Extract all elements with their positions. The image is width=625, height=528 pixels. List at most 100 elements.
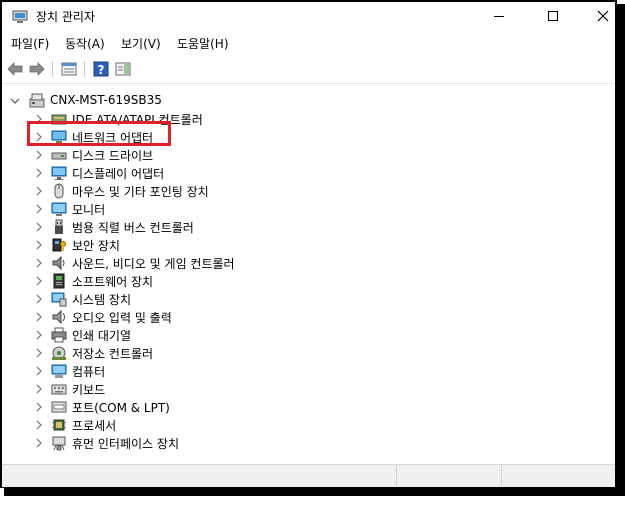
tree-item-label: 저장소 컨트롤러 — [72, 347, 154, 361]
hid-icon — [51, 435, 67, 451]
status-bar — [2, 464, 615, 487]
menu-file[interactable]: 파일(F) — [11, 35, 49, 52]
tree-item[interactable]: IDE ATA/ATAPI 컨트롤러 — [5, 110, 605, 128]
chevron-right-icon[interactable] — [33, 383, 45, 395]
chevron-right-icon[interactable] — [33, 257, 45, 269]
tree-item[interactable]: 저장소 컨트롤러 — [5, 344, 605, 362]
device-tree: CNX-MST-619SB35 IDE ATA/ATAPI 컨트롤러네트워크 어… — [5, 88, 614, 464]
device-manager-app-icon — [12, 9, 28, 23]
tree-root-label: CNX-MST-619SB35 — [50, 93, 162, 107]
computer-icon — [29, 93, 45, 109]
tree-item-label: 범용 직렬 버스 컨트롤러 — [72, 221, 194, 235]
back-arrow-icon — [7, 62, 23, 76]
tree-item[interactable]: 보안 장치 — [5, 236, 605, 254]
tree-item[interactable]: 컴퓨터 — [5, 362, 605, 380]
chevron-right-icon[interactable] — [33, 347, 45, 359]
menu-action[interactable]: 동작(A) — [65, 35, 105, 52]
window-title: 장치 관리자 — [36, 10, 96, 24]
tree-item[interactable]: 디스플레이 어댑터 — [5, 164, 605, 182]
chevron-right-icon[interactable] — [33, 329, 45, 341]
tree-root[interactable]: CNX-MST-619SB35 — [5, 92, 605, 110]
tree-item[interactable]: 시스템 장치 — [5, 290, 605, 308]
security-device-icon — [51, 237, 67, 253]
tree-item-label: 시스템 장치 — [72, 293, 132, 307]
chevron-right-icon[interactable] — [33, 167, 45, 179]
network-adapter-icon — [51, 129, 67, 145]
help-button[interactable]: ? — [92, 60, 110, 78]
disk-drive-icon — [51, 147, 67, 163]
display-adapter-icon — [51, 165, 67, 181]
keyboard-icon — [51, 381, 67, 397]
tree-item-label: 보안 장치 — [72, 239, 120, 253]
chevron-right-icon[interactable] — [33, 437, 45, 449]
tree-item-label: IDE ATA/ATAPI 컨트롤러 — [72, 113, 203, 127]
forward-arrow-icon — [29, 62, 45, 76]
status-divider — [396, 465, 397, 487]
chevron-right-icon[interactable] — [33, 275, 45, 287]
tree-item-label: 소프트웨어 장치 — [72, 275, 154, 289]
chevron-right-icon[interactable] — [33, 131, 45, 143]
maximize-button[interactable] — [530, 2, 576, 30]
tree-item-label: 키보드 — [72, 383, 106, 397]
chevron-right-icon[interactable] — [33, 401, 45, 413]
window-shadow — [617, 4, 625, 494]
title-bar[interactable]: 장치 관리자 — [2, 2, 615, 30]
properties-button[interactable] — [60, 60, 78, 78]
chevron-right-icon[interactable] — [33, 221, 45, 233]
mouse-icon — [51, 183, 67, 199]
port-icon — [51, 399, 67, 415]
properties-icon — [61, 62, 77, 76]
usb-icon — [51, 219, 67, 235]
tree-item[interactable]: 네트워크 어댑터 — [5, 128, 605, 146]
tree-item-label: 모니터 — [72, 203, 106, 217]
back-button[interactable] — [6, 60, 24, 78]
tree-item[interactable]: 프로세서 — [5, 416, 605, 434]
chevron-right-icon[interactable] — [33, 293, 45, 305]
storage-controller-icon — [51, 345, 67, 361]
window-shadow — [4, 488, 625, 496]
close-icon — [597, 10, 609, 22]
chevron-down-icon[interactable] — [9, 95, 21, 107]
tree-item[interactable]: 소프트웨어 장치 — [5, 272, 605, 290]
chevron-right-icon[interactable] — [33, 203, 45, 215]
tree-item[interactable]: 마우스 및 기타 포인팅 장치 — [5, 182, 605, 200]
chevron-right-icon[interactable] — [33, 185, 45, 197]
software-device-icon — [51, 273, 67, 289]
menu-view[interactable]: 보기(V) — [121, 35, 161, 52]
tree-item[interactable]: 인쇄 대기열 — [5, 326, 605, 344]
menu-bar: 파일(F) 동작(A) 보기(V) 도움말(H) — [2, 33, 615, 55]
tree-item[interactable]: 사운드, 비디오 및 게임 컨트롤러 — [5, 254, 605, 272]
action-panel-button[interactable] — [114, 60, 132, 78]
toolbar-separator — [84, 61, 85, 77]
chevron-right-icon[interactable] — [33, 149, 45, 161]
sound-icon — [51, 255, 67, 271]
chevron-right-icon[interactable] — [33, 311, 45, 323]
minimize-icon — [494, 15, 504, 17]
tree-item[interactable]: 휴먼 인터페이스 장치 — [5, 434, 605, 452]
monitor-icon — [51, 201, 67, 217]
chevron-right-icon[interactable] — [33, 419, 45, 431]
tree-item[interactable]: 포트(COM & LPT) — [5, 398, 605, 416]
tree-item-label: 컴퓨터 — [72, 365, 106, 379]
tree-item[interactable]: 모니터 — [5, 200, 605, 218]
chevron-right-icon[interactable] — [33, 113, 45, 125]
minimize-button[interactable] — [476, 2, 522, 30]
forward-button[interactable] — [28, 60, 46, 78]
tree-item-label: 디스크 드라이브 — [72, 149, 154, 163]
tree-item[interactable]: 범용 직렬 버스 컨트롤러 — [5, 218, 605, 236]
tree-item-label: 인쇄 대기열 — [72, 329, 132, 343]
chevron-right-icon[interactable] — [33, 365, 45, 377]
system-device-icon — [51, 291, 67, 307]
toolbar-separator — [52, 61, 53, 77]
tree-item-label: 포트(COM & LPT) — [72, 401, 170, 415]
tree-item[interactable]: 키보드 — [5, 380, 605, 398]
tree-item[interactable]: 디스크 드라이브 — [5, 146, 605, 164]
chevron-right-icon[interactable] — [33, 239, 45, 251]
tree-item-label: 디스플레이 어댑터 — [72, 167, 165, 181]
tree-item-label: 네트워크 어댑터 — [72, 131, 154, 145]
processor-icon — [51, 417, 67, 433]
help-icon: ? — [93, 61, 109, 77]
tree-item-label: 사운드, 비디오 및 게임 컨트롤러 — [72, 257, 235, 271]
tree-item[interactable]: 오디오 입력 및 출력 — [5, 308, 605, 326]
menu-help[interactable]: 도움말(H) — [177, 35, 229, 52]
